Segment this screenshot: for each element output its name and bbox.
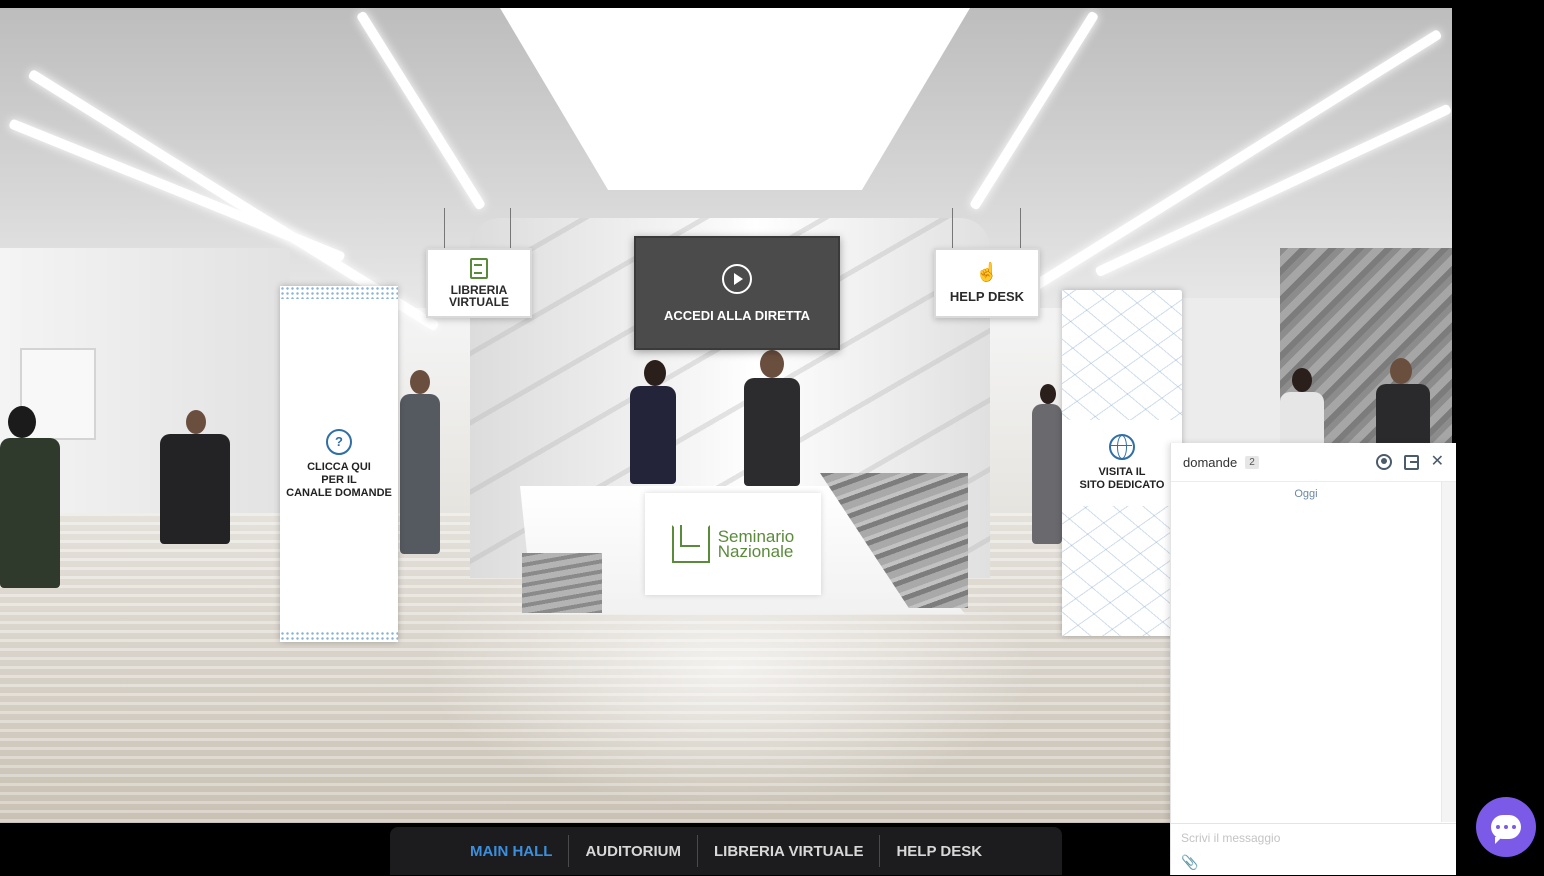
question-icon: ? xyxy=(325,428,352,455)
sito-dedicato-banner[interactable]: VISITA IL SITO DEDICATO xyxy=(1062,290,1182,636)
person-figure xyxy=(630,360,676,484)
person-figure xyxy=(0,406,60,588)
chat-bubble-icon xyxy=(1491,815,1521,844)
canale-domande-banner[interactable]: ? CLICCA QUI PER IL CANALE DOMANDE xyxy=(280,286,398,642)
chat-scrollbar[interactable] xyxy=(1441,482,1456,822)
chat-title: domande xyxy=(1183,454,1238,470)
accedi-diretta-screen[interactable]: ACCEDI ALLA DIRETTA xyxy=(634,236,840,350)
unread-badge: 2 xyxy=(1245,455,1259,469)
sign-text-line2: VIRTUALE xyxy=(449,295,509,309)
message-input[interactable] xyxy=(1179,830,1443,846)
tap-hand-icon: ☝ xyxy=(975,262,999,282)
screen-text: ACCEDI ALLA DIRETTA xyxy=(663,307,811,323)
document-icon xyxy=(470,258,488,279)
person-figure xyxy=(744,350,800,486)
nav-help-desk[interactable]: HELP DESK xyxy=(880,835,998,867)
chat-panel: domande 2 ✕ Oggi 📎 xyxy=(1170,443,1456,875)
close-icon[interactable]: ✕ xyxy=(1431,454,1444,470)
globe-icon xyxy=(1109,434,1135,460)
chat-header: domande 2 ✕ xyxy=(1171,443,1456,482)
banner-text-line1: VISITA IL xyxy=(1098,466,1146,478)
chat-launcher-button[interactable] xyxy=(1476,797,1536,857)
chat-composer: 📎 xyxy=(1171,823,1456,876)
bottom-navigation: MAIN HALL AUDITORIUM LIBRERIA VIRTUALE H… xyxy=(390,827,1062,875)
person-figure xyxy=(1032,384,1062,544)
nav-auditorium[interactable]: AUDITORIUM xyxy=(569,835,697,867)
libreria-virtuale-sign[interactable]: LIBRERIA VIRTUALE xyxy=(426,248,532,318)
logo-icon xyxy=(671,525,710,563)
person-figure xyxy=(160,410,230,544)
desk-logo: Seminario Nazionale xyxy=(645,493,821,595)
logo-text-line2: Nazionale xyxy=(717,542,794,561)
hanging-wire xyxy=(952,208,953,248)
user-icon[interactable] xyxy=(1375,454,1392,470)
hanging-wire xyxy=(444,208,445,248)
nav-main-hall[interactable]: MAIN HALL xyxy=(454,835,569,867)
person-figure xyxy=(400,370,440,554)
banner-text-line1: CLICCA QUI xyxy=(307,460,371,473)
chat-messages: Oggi xyxy=(1171,482,1441,822)
exit-icon[interactable] xyxy=(1403,454,1419,470)
banner-text-line2: SITO DEDICATO xyxy=(1079,479,1165,491)
play-icon xyxy=(722,263,752,294)
nav-libreria-virtuale[interactable]: LIBRERIA VIRTUALE xyxy=(698,835,879,867)
desk-marble xyxy=(522,553,602,613)
hanging-wire xyxy=(510,208,511,248)
banner-text-line3: CANALE DOMANDE xyxy=(286,486,392,499)
help-desk-sign[interactable]: ☝ HELP DESK xyxy=(934,248,1040,318)
banner-text-line2: PER IL xyxy=(321,473,357,486)
hanging-wire xyxy=(1020,208,1021,248)
sign-text: HELP DESK xyxy=(949,289,1025,304)
chat-date-separator: Oggi xyxy=(1294,488,1318,500)
attachment-icon[interactable]: 📎 xyxy=(1181,854,1198,871)
